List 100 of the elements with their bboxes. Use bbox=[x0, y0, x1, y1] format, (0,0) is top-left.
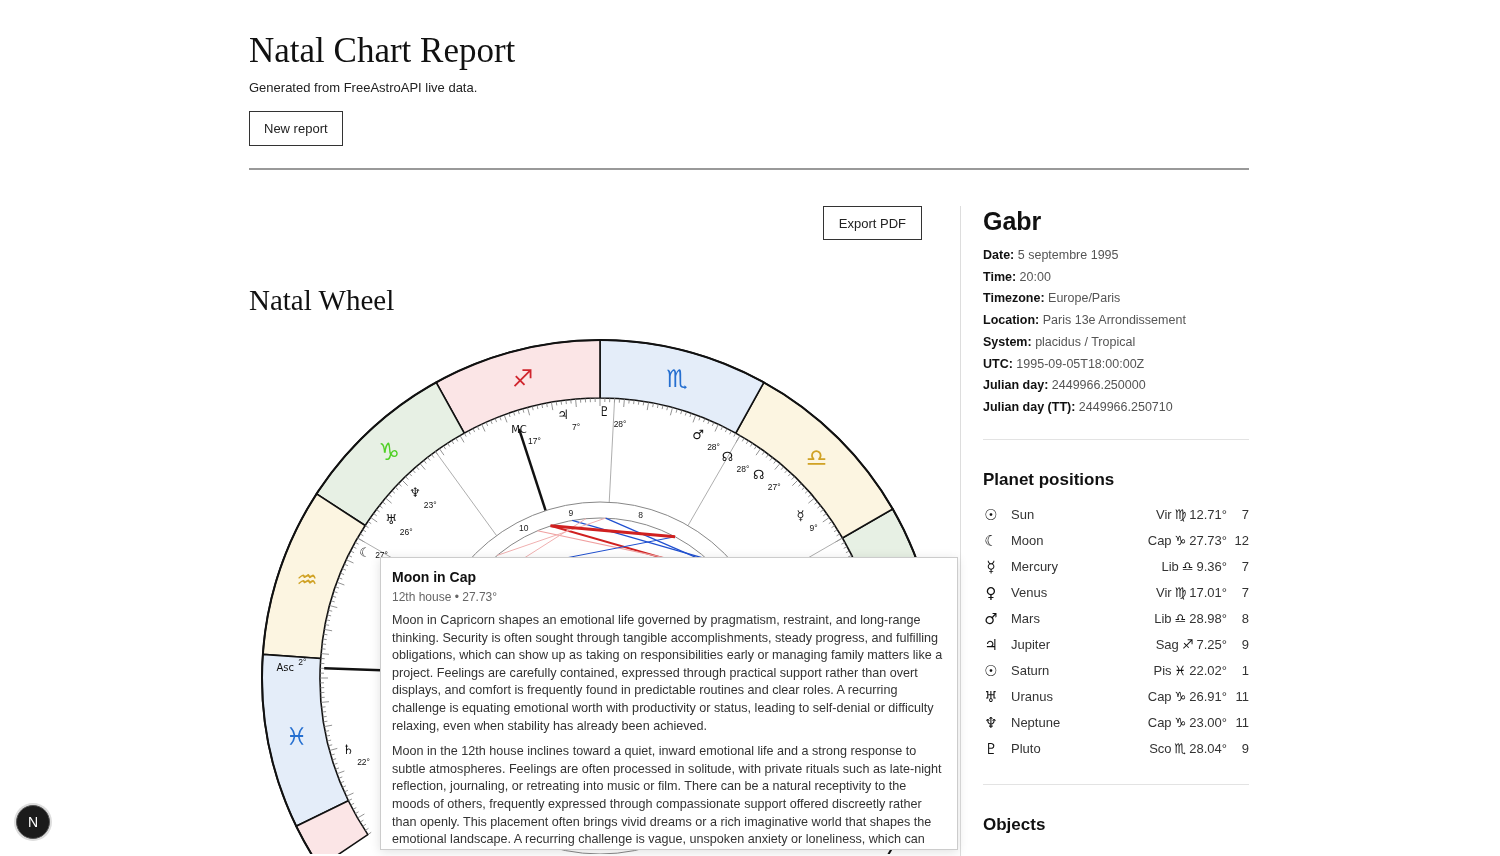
sign-glyph: ♑ bbox=[1174, 533, 1187, 549]
degree-label: 27° bbox=[767, 481, 781, 492]
sign-abbreviation: Sag bbox=[1155, 637, 1179, 653]
house-value: 8 bbox=[1240, 611, 1249, 627]
sign-glyph: ♓ bbox=[1174, 663, 1187, 679]
degree-value: 22.02° bbox=[1189, 663, 1227, 679]
planet-glyph: ♇ bbox=[598, 404, 611, 420]
degree-value: 27.73° bbox=[1189, 533, 1227, 549]
planet-glyph: Asc bbox=[276, 662, 294, 673]
planet-glyph: ☉ bbox=[983, 505, 999, 524]
sign-abbreviation: Cap bbox=[1147, 689, 1172, 705]
planet-glyph: ♄ bbox=[342, 742, 354, 758]
planet-name: Mars bbox=[1011, 611, 1041, 627]
zodiac-glyph: ♓ bbox=[285, 722, 308, 751]
degree-label: 17° bbox=[528, 435, 541, 446]
zodiac-glyph: ♒ bbox=[296, 565, 318, 594]
fact-line: Date: 5 septembre 1995 bbox=[983, 247, 1120, 264]
tooltip-subtitle: 12th house • 27.73° bbox=[392, 590, 499, 604]
planet-glyph: ☾ bbox=[983, 531, 999, 550]
degree-label: 28° bbox=[707, 442, 720, 453]
planet-glyph: ♃ bbox=[557, 406, 569, 422]
degree-label: 2° bbox=[298, 657, 307, 667]
house-number: 10 bbox=[519, 523, 529, 534]
fact-line: UTC: 1995-09-05T18:00:00Z bbox=[983, 355, 1146, 373]
section-heading: Objects bbox=[983, 814, 1046, 835]
planet-glyph: MC bbox=[511, 423, 527, 435]
section-heading: Planet positions bbox=[983, 469, 1115, 490]
fact-line: System: placidus / Tropical bbox=[983, 333, 1137, 351]
sign-glyph: ♑ bbox=[1174, 715, 1187, 731]
house-value: 11 bbox=[1234, 689, 1249, 705]
house-value: 7 bbox=[1240, 507, 1249, 523]
sign-abbreviation: Lib bbox=[1161, 559, 1179, 575]
degree-value: 28.98° bbox=[1189, 611, 1227, 627]
tooltip-title: Moon in Cap bbox=[392, 569, 477, 585]
planet-glyph: ♃ bbox=[983, 635, 999, 654]
planet-name: Jupiter bbox=[1011, 637, 1052, 653]
house-value: 9 bbox=[1240, 637, 1249, 653]
page-title: Natal Chart Report bbox=[249, 30, 516, 72]
planet-glyph: ☾ bbox=[359, 545, 371, 561]
planet-name: Sun bbox=[1011, 507, 1036, 523]
planet-name: Moon bbox=[1011, 533, 1045, 549]
fact-line: Julian day (TT): 2449966.250710 bbox=[983, 398, 1174, 416]
sign-abbreviation: Cap bbox=[1147, 533, 1172, 549]
planet-name: Uranus bbox=[1011, 689, 1054, 705]
sign-abbreviation: Lib bbox=[1154, 611, 1172, 627]
person-name: Gabr bbox=[983, 206, 1042, 236]
fact-line: Location: Paris 13e Arrondissement bbox=[983, 312, 1187, 330]
fact-line: Timezone: Europe/Paris bbox=[983, 290, 1122, 308]
house-value: 12 bbox=[1233, 533, 1249, 549]
degree-value: 17.01° bbox=[1189, 585, 1227, 601]
planet-glyph: ♀ bbox=[984, 583, 998, 602]
house-number: 8 bbox=[638, 510, 643, 520]
planet-glyph: ♂ bbox=[692, 427, 704, 443]
sign-glyph: ♏ bbox=[1174, 741, 1187, 757]
fact-line: Time: 20:00 bbox=[983, 268, 1052, 286]
degree-label: 9° bbox=[809, 522, 818, 533]
degree-label: 23° bbox=[423, 499, 437, 510]
sign-glyph: ♍ bbox=[1174, 585, 1187, 601]
zodiac-glyph: ♎ bbox=[805, 443, 828, 472]
sign-glyph: ♐ bbox=[1181, 637, 1194, 653]
house-value: 9 bbox=[1240, 741, 1249, 757]
tooltip-paragraph: Moon in the 12th house inclines toward a quiet, inward emotional life and a strong response to subtle atmospheres. Feelings are often processed in solitude, with private rituals such as late-night reflection, journaling, or retreating into music or film. There can be a natural receptivity to the moods of others, frequently expressed through compassionate support offered discreetly rather than openly. This placement often brings vivid dreams or a rich imaginative world that shapes the emotional landscape. A recurring challenge is vague, unspoken anxiety or loneliness, which can bbox=[392, 743, 943, 849]
house-value: 7 bbox=[1240, 559, 1249, 575]
sign-abbreviation: Vir bbox=[1155, 585, 1172, 601]
degree-label: 28° bbox=[613, 419, 627, 430]
planet-glyph: ☿ bbox=[985, 557, 997, 576]
planet-glyph: ☊ bbox=[721, 449, 734, 465]
export-pdf-button[interactable]: Export PDF bbox=[822, 206, 922, 240]
degree-label: 22° bbox=[357, 757, 370, 768]
house-value: 7 bbox=[1240, 585, 1249, 601]
degree-label: 28° bbox=[736, 464, 750, 475]
planet-glyph: ♆ bbox=[408, 484, 421, 500]
planet-glyph: ♇ bbox=[983, 739, 999, 758]
degree-label: 26° bbox=[399, 527, 413, 538]
planet-glyph: ♂ bbox=[983, 609, 999, 628]
zodiac-glyph: ♐ bbox=[511, 364, 534, 393]
degree-value: 23.00° bbox=[1189, 715, 1227, 731]
house-value: 1 bbox=[1240, 663, 1249, 679]
sign-abbreviation: Pis bbox=[1153, 663, 1172, 679]
zodiac-glyph: ♑ bbox=[378, 438, 400, 466]
planet-glyph: ♅ bbox=[384, 512, 397, 528]
degree-value: 28.04° bbox=[1189, 741, 1227, 757]
sign-abbreviation: Vir bbox=[1155, 507, 1172, 523]
planet-glyph: ♆ bbox=[983, 713, 999, 732]
degree-value: 9.36° bbox=[1196, 559, 1227, 575]
fact-line: Julian day: 2449966.250000 bbox=[983, 377, 1147, 395]
planet-name: Pluto bbox=[1011, 741, 1042, 757]
sign-abbreviation: Cap bbox=[1147, 715, 1172, 731]
new-report-button[interactable]: New report bbox=[249, 111, 343, 146]
sign-glyph: ♎ bbox=[1174, 611, 1187, 627]
dev-badge[interactable]: N bbox=[16, 805, 50, 839]
planet-name: Saturn bbox=[1011, 663, 1051, 679]
sign-abbreviation: Sco bbox=[1149, 741, 1172, 757]
planet-glyph: ☿ bbox=[796, 507, 805, 523]
sign-glyph: ♑ bbox=[1174, 689, 1187, 705]
page-subtitle: Generated from FreeAstroAPI live data. bbox=[249, 80, 478, 95]
degree-label: 7° bbox=[572, 421, 581, 432]
planet-glyph: ♅ bbox=[983, 687, 999, 706]
planet-name: Venus bbox=[1011, 585, 1049, 601]
degree-value: 26.91° bbox=[1189, 689, 1227, 705]
